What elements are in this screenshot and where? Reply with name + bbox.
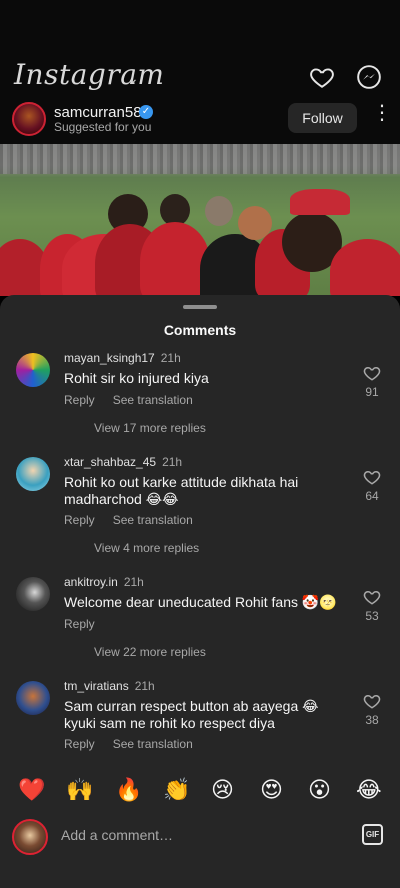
comment-text: Welcome dear uneducated Rohit fans 🤡🌝: [64, 594, 337, 610]
comment-time: 21h: [162, 455, 183, 469]
post-username[interactable]: samcurran58: [54, 104, 142, 121]
commenter-avatar[interactable]: [16, 457, 50, 491]
commenter-avatar[interactable]: [16, 681, 50, 715]
comment-time: 21h: [160, 351, 181, 365]
reply-button[interactable]: Reply: [64, 737, 95, 751]
emoji-surprised-button[interactable]: 😮: [308, 778, 331, 804]
follow-button[interactable]: Follow: [288, 103, 357, 133]
stadium-stands: [0, 144, 400, 174]
emoji-heart-button[interactable]: ❤️: [18, 778, 45, 804]
like-heart-icon[interactable]: [362, 364, 382, 382]
comment-text: Rohit ko out karke attitude dikhata hai …: [64, 474, 299, 507]
commenter-avatar[interactable]: [16, 353, 50, 387]
comment-actions: Reply: [64, 617, 113, 631]
drag-handle[interactable]: [183, 305, 217, 309]
view-replies-button[interactable]: View 22 more replies: [94, 645, 206, 659]
comment-actions: Reply See translation: [64, 393, 211, 407]
instagram-logo[interactable]: Instagram: [14, 58, 164, 91]
notifications-heart-icon[interactable]: [309, 64, 335, 90]
view-replies-button[interactable]: View 17 more replies: [94, 421, 206, 435]
verified-badge-icon: ✓: [139, 105, 153, 119]
suggested-label: Suggested for you: [54, 120, 152, 134]
player-shape: [330, 239, 400, 296]
comment-composer: Add a comment… GIF: [0, 816, 400, 866]
feed-switch-chevron-icon[interactable]: ⌄: [127, 70, 139, 87]
comment-username[interactable]: mayan_ksingh17 21h: [64, 351, 181, 365]
emoji-clap-button[interactable]: 👏: [163, 778, 190, 804]
commenter-avatar[interactable]: [16, 577, 50, 611]
like-heart-icon[interactable]: [362, 588, 382, 606]
comment-text: Sam curran respect button ab aayega 😂 ky…: [64, 698, 319, 731]
player-shape: [290, 189, 350, 215]
emoji-reaction-bar: ❤️ 🙌 🔥 👏 😢 😍 😮 😂: [0, 770, 400, 816]
see-translation-button[interactable]: See translation: [113, 513, 193, 527]
like-count: 91: [365, 385, 379, 399]
add-comment-input[interactable]: Add a comment…: [61, 827, 173, 843]
messenger-icon[interactable]: [356, 64, 382, 90]
post-author-avatar[interactable]: [12, 102, 46, 136]
post-header: samcurran58 ✓ Suggested for you Follow ⋮: [0, 100, 400, 144]
reply-button[interactable]: Reply: [64, 617, 95, 631]
comment-time: 21h: [123, 575, 144, 589]
emoji-fire-button[interactable]: 🔥: [115, 778, 142, 804]
post-image[interactable]: [0, 144, 400, 296]
gif-button[interactable]: GIF: [362, 824, 383, 845]
emoji-laughing-button[interactable]: 😂: [356, 778, 382, 804]
comments-title: Comments: [163, 322, 237, 338]
current-user-avatar: [12, 819, 48, 855]
comment-text: Rohit sir ko injured kiya: [64, 370, 209, 386]
player-shape: [205, 196, 233, 226]
more-options-icon[interactable]: ⋮: [372, 103, 392, 130]
like-count: 53: [365, 609, 379, 623]
system-nav-area: [0, 866, 400, 888]
like-heart-icon[interactable]: [362, 468, 382, 486]
emoji-raised-hands-button[interactable]: 🙌: [66, 778, 93, 804]
see-translation-button[interactable]: See translation: [113, 393, 193, 407]
comment-actions: Reply See translation: [64, 513, 211, 527]
view-replies-button[interactable]: View 4 more replies: [94, 541, 199, 555]
emoji-crying-button[interactable]: 😢: [211, 778, 234, 804]
reply-button[interactable]: Reply: [64, 513, 95, 527]
comment-username[interactable]: tm_viratians 21h: [64, 679, 155, 693]
like-count: 64: [365, 489, 379, 503]
comment-username[interactable]: xtar_shahbaz_45 21h: [64, 455, 182, 469]
comment-username[interactable]: ankitroy.in 21h: [64, 575, 144, 589]
app-header: Instagram ⌄: [0, 0, 400, 100]
like-count: 38: [365, 713, 379, 727]
emoji-heart-eyes-button[interactable]: 😍: [260, 778, 283, 804]
like-heart-icon[interactable]: [362, 692, 382, 710]
comment-actions: Reply See translation: [64, 737, 211, 751]
see-translation-button[interactable]: See translation: [113, 737, 193, 751]
reply-button[interactable]: Reply: [64, 393, 95, 407]
comment-time: 21h: [134, 679, 155, 693]
